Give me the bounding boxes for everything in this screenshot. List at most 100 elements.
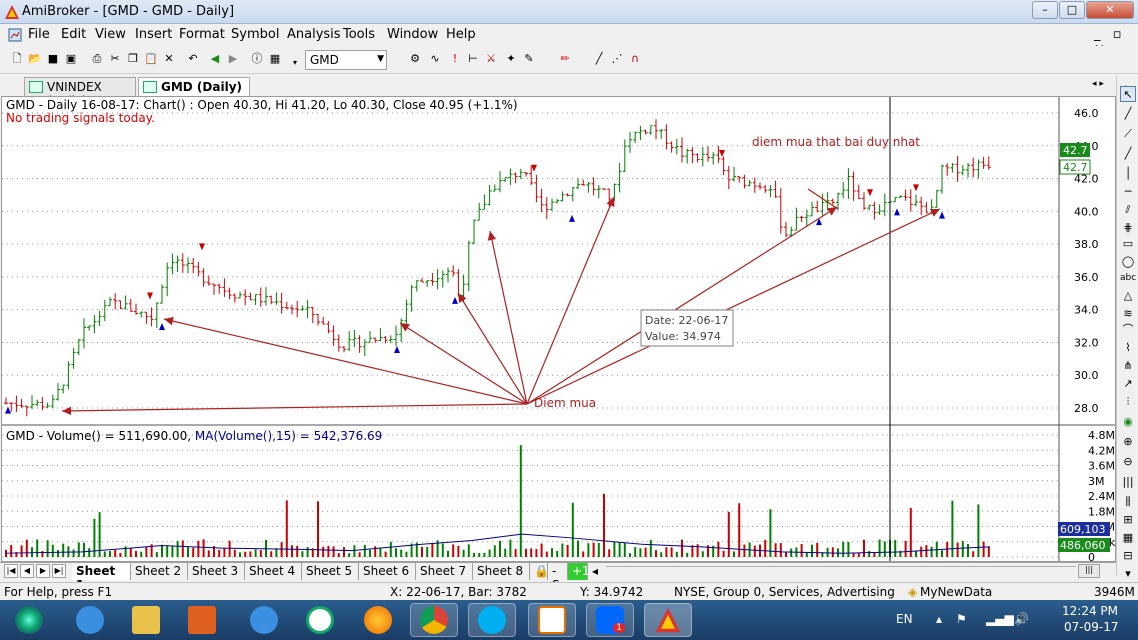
split-icon[interactable]: ⊟ (1120, 548, 1136, 564)
sheet-tab-7[interactable]: Sheet 7 (416, 563, 473, 580)
taskbar-amibroker[interactable] (644, 603, 692, 637)
symbol-combobox[interactable]: GMD ▼ (305, 50, 387, 70)
draw-color-icon[interactable]: ✏ (558, 52, 572, 66)
taskbar-explorer[interactable] (122, 603, 170, 637)
tab-vnindex[interactable]: VNINDEX (Daily) (24, 77, 136, 108)
network-signal-icon[interactable]: ▂▄▆ (986, 612, 1014, 626)
arc-icon[interactable]: ⌒ (1120, 322, 1136, 338)
cycle-icon[interactable]: ⌇ (1120, 340, 1136, 356)
sheet-tab-2[interactable]: Sheet 2 (131, 563, 188, 580)
dotted-line-icon[interactable]: ⋰ (610, 52, 624, 66)
taskbar-ie2[interactable] (240, 603, 288, 637)
new-file-icon[interactable]: 🗋 (10, 52, 24, 66)
menu-edit[interactable]: Edit (61, 27, 86, 42)
sheet-scroll-left-icon[interactable]: ◂ (588, 563, 604, 580)
refresh-icon[interactable]: ◉ (1120, 414, 1136, 430)
tab-scroll-icon[interactable]: ◂ ▸ (1092, 79, 1104, 89)
ray-icon[interactable]: ⟋ (1120, 126, 1136, 142)
settings-gear-icon[interactable]: ⚙ (408, 52, 422, 66)
rectangle-icon[interactable]: ▭ (1120, 236, 1136, 252)
tray-arrow-icon[interactable]: ▴ (936, 612, 942, 626)
copy-icon[interactable]: ❐ (126, 52, 140, 66)
triangle-icon[interactable]: △ (1120, 288, 1136, 304)
toolbar-overflow-icon[interactable]: ▾ (288, 56, 302, 70)
forward-icon[interactable]: ▶ (226, 52, 240, 66)
sheet-tab-1[interactable]: Sheet 1 (72, 563, 131, 592)
backtest-icon[interactable]: ✎ (522, 52, 536, 66)
menu-view[interactable]: View (95, 27, 126, 42)
menu-symbol[interactable]: Symbol (231, 27, 279, 42)
taskbar-java[interactable] (528, 603, 576, 637)
ruler-icon[interactable]: ⊢ (466, 52, 480, 66)
open-folder-icon[interactable]: 📂 (28, 52, 42, 66)
lock-icon[interactable]: 🔒 (530, 563, 549, 580)
menu-format[interactable]: Format (179, 27, 225, 42)
horizontal-line-icon[interactable]: ─ (1120, 184, 1136, 200)
scroll-down-icon[interactable]: ▾ (1120, 566, 1136, 582)
scan-icon[interactable]: ⚔ (484, 52, 498, 66)
taskbar-firefox[interactable] (354, 603, 402, 637)
fibonacci-icon[interactable]: ⋕ (1120, 220, 1136, 236)
undo-icon[interactable]: ↶ (186, 52, 200, 66)
menu-window[interactable]: Window (387, 27, 438, 42)
start-button[interactable] (2, 603, 56, 637)
columns-icon[interactable]: ⫼ (1120, 494, 1136, 510)
menu-file[interactable]: File (28, 27, 50, 42)
layout-icon[interactable]: ⊞ (1120, 512, 1136, 528)
fan-icon[interactable]: ⫶ (1120, 394, 1136, 410)
prev-sheet-icon[interactable]: ◀ (20, 564, 34, 578)
minimize-button[interactable]: – (1032, 1, 1058, 19)
last-sheet-icon[interactable]: ▶| (52, 564, 66, 578)
vertical-line-icon[interactable]: │ (1120, 166, 1136, 182)
line-tool-icon[interactable]: ╱ (592, 52, 606, 66)
add-sheet-button[interactable]: +1 (568, 563, 590, 580)
taskbar-zalo[interactable]: 1 (586, 603, 634, 637)
horizontal-scrollbar[interactable] (606, 566, 1076, 578)
close-button[interactable]: ✕ (1086, 1, 1134, 19)
save-icon[interactable]: ■ (46, 52, 60, 66)
arrow-tool-icon[interactable]: ↗ (1120, 376, 1136, 392)
menu-help[interactable]: Help (446, 27, 476, 42)
sheet-tab-3[interactable]: Sheet 3 (188, 563, 245, 580)
wand-icon[interactable]: ✦ (504, 52, 518, 66)
clock-date[interactable]: 07-09-17 (1064, 620, 1118, 634)
menu-tools[interactable]: Tools (343, 27, 375, 42)
chart-type-icon[interactable]: ∿ (428, 52, 442, 66)
remove-sheet-button[interactable]: -S (548, 563, 568, 592)
tab-gmd[interactable]: GMD (Daily) ✕ (138, 77, 250, 108)
next-sheet-icon[interactable]: ▶ (36, 564, 50, 578)
extended-line-icon[interactable]: ╱ (1120, 146, 1136, 162)
paste-icon[interactable]: 📋 (144, 52, 158, 66)
scrollbar-thumb[interactable]: ||| (1078, 564, 1100, 578)
alert-icon[interactable]: ! (448, 52, 462, 66)
first-sheet-icon[interactable]: |◀ (4, 564, 18, 578)
info-icon[interactable]: ⓘ (250, 52, 264, 66)
delete-icon[interactable]: ✕ (162, 52, 176, 66)
bars-icon[interactable]: ||| (1120, 474, 1136, 490)
sheet-tab-5[interactable]: Sheet 5 (302, 563, 359, 580)
chevron-down-icon[interactable]: ▼ (377, 54, 384, 64)
magnet-icon[interactable]: ∩ (628, 52, 642, 66)
document-icon[interactable] (8, 28, 22, 42)
zoom-out-icon[interactable]: ⊖ (1120, 454, 1136, 470)
back-icon[interactable]: ◀ (208, 52, 222, 66)
parallel-lines-icon[interactable]: ⫽ (1120, 202, 1136, 218)
taskbar-app[interactable] (296, 603, 344, 637)
sheet-tab-8[interactable]: Sheet 8 (473, 563, 530, 580)
save-all-icon[interactable]: ▣ (64, 52, 78, 66)
chart-window[interactable]: 46.044.042.040.038.036.034.032.030.028.0… (1, 96, 1116, 562)
sheet-tab-6[interactable]: Sheet 6 (359, 563, 416, 580)
taskbar-ie[interactable] (66, 603, 114, 637)
menu-analysis[interactable]: Analysis (287, 27, 341, 42)
zoom-in-icon[interactable]: ⊕ (1120, 434, 1136, 450)
menu-insert[interactable]: Insert (135, 27, 172, 42)
pitchfork-icon[interactable]: ⋔ (1120, 358, 1136, 374)
clock-time[interactable]: 12:24 PM (1062, 604, 1118, 618)
sheet-tab-4[interactable]: Sheet 4 (245, 563, 302, 580)
maximize-button[interactable]: □ (1059, 1, 1085, 19)
wave-icon[interactable]: ≋ (1120, 306, 1136, 322)
grid-icon[interactable]: ▦ (1120, 530, 1136, 546)
text-tool-icon[interactable]: abc (1120, 270, 1136, 286)
ellipse-icon[interactable]: ◯ (1120, 254, 1136, 270)
taskbar-chrome[interactable] (410, 603, 458, 637)
